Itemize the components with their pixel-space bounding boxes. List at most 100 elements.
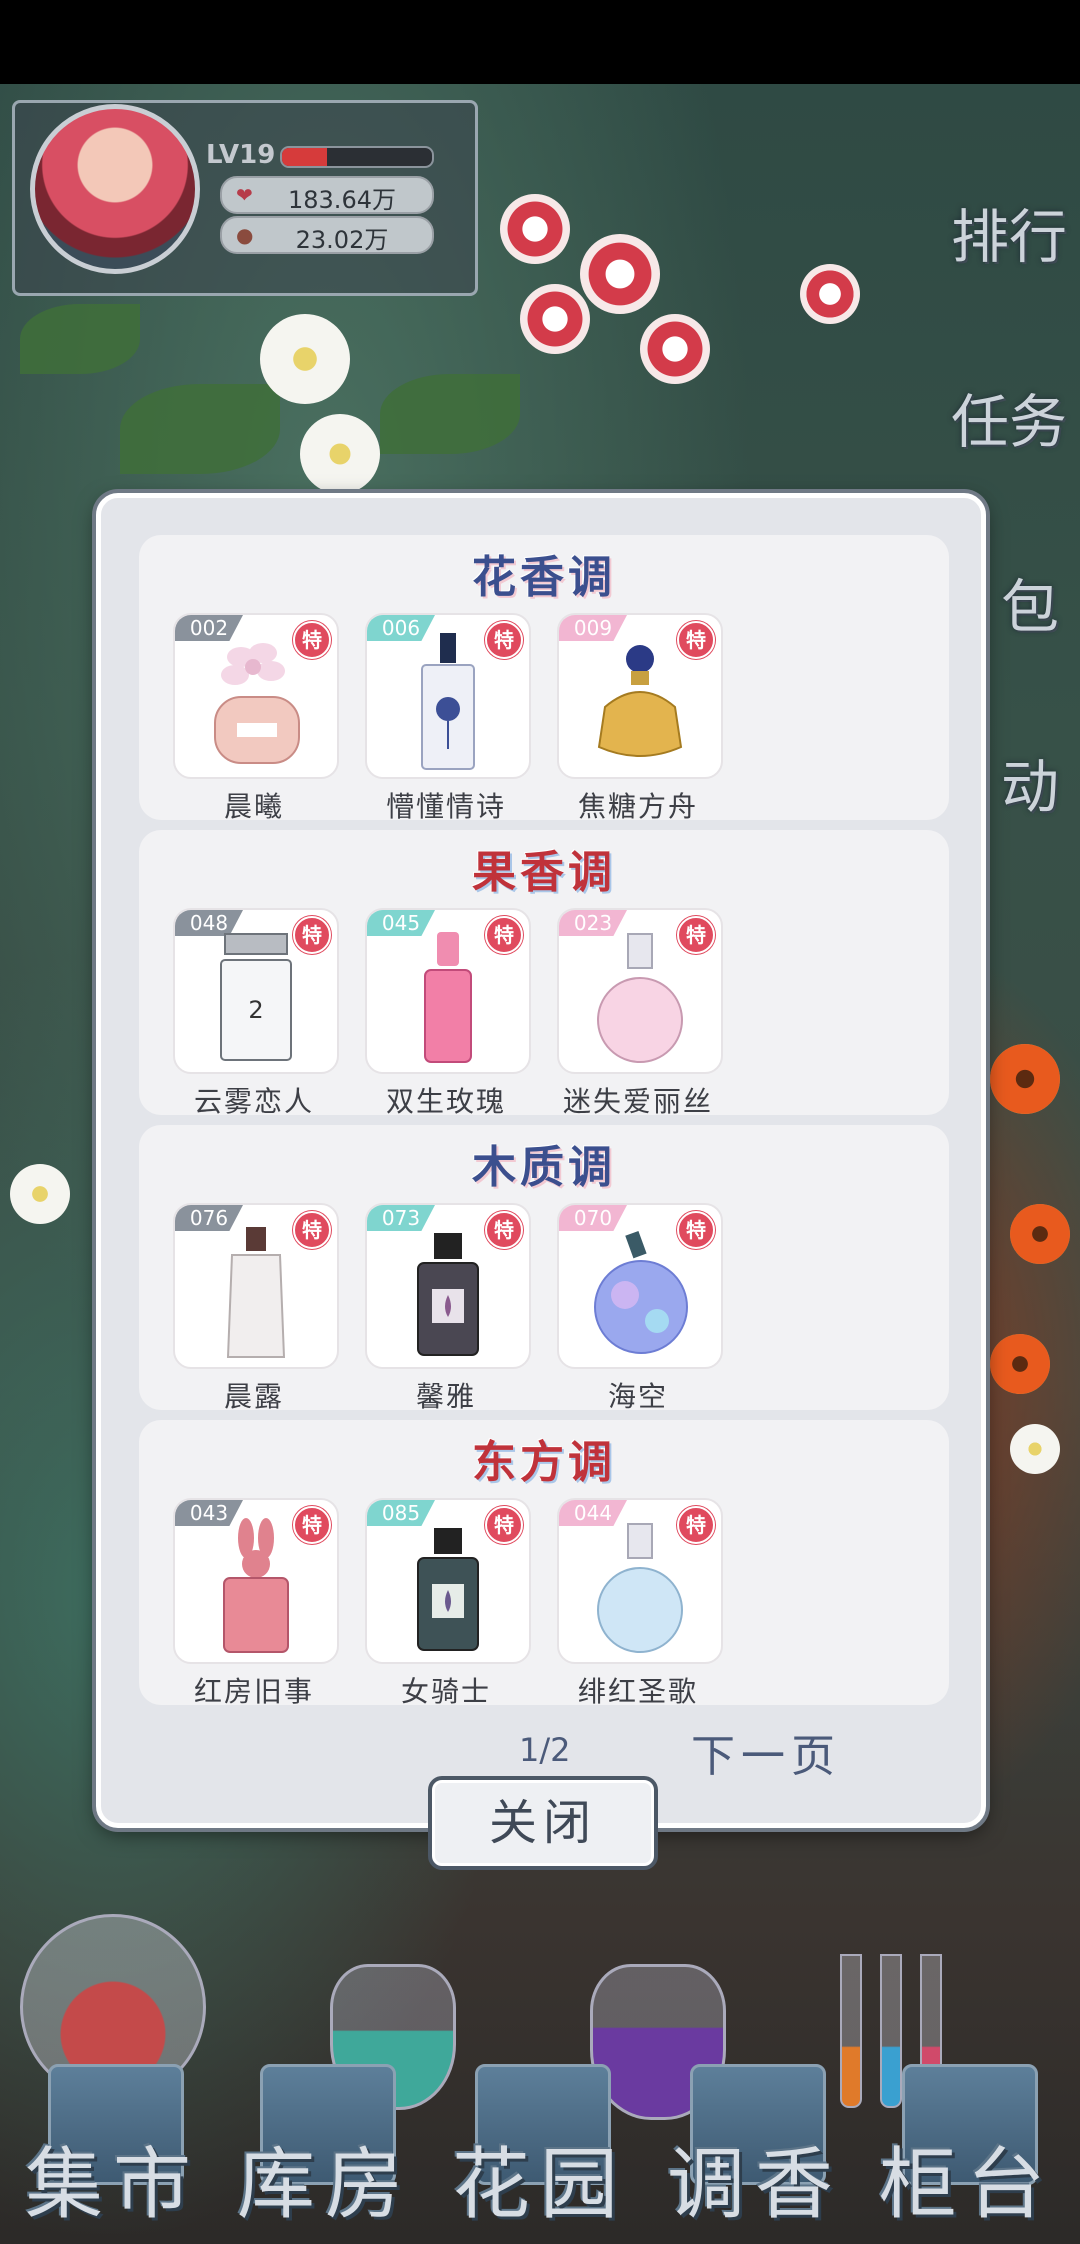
perfume-name: 女骑士 <box>400 1675 491 1708</box>
flower-decoration <box>990 1044 1060 1114</box>
perfume-card[interactable]: 023 特 <box>557 908 723 1074</box>
perfume-card[interactable]: 044 特 <box>557 1498 723 1664</box>
perfume-name: 云雾恋人 <box>193 1085 314 1118</box>
event-button[interactable]: 动 <box>990 740 1070 824</box>
perfume-item[interactable]: 044 特 绯红圣歌 <box>557 1498 723 1710</box>
section-title: 花香调 <box>472 552 616 603</box>
special-badge: 特 <box>485 1211 523 1249</box>
perfume-bottle-rose-icon <box>421 633 475 770</box>
nav-blend-label: 调香 <box>666 2140 843 2230</box>
perfume-card[interactable]: 076 特 <box>173 1203 339 1369</box>
perfume-item[interactable]: 023 特 迷失爱丽丝 <box>557 908 723 1120</box>
perfume-bottle-amber-icon <box>597 645 683 757</box>
perfume-bottle-daisy-icon <box>214 643 300 764</box>
perfume-item[interactable]: 076 特 晨露 <box>173 1203 339 1415</box>
perfume-item[interactable]: 070 特 海空 <box>557 1203 723 1415</box>
next-page-button[interactable]: 下一页 <box>691 1720 841 1784</box>
currency-gem: ● 23.02万 <box>220 216 434 254</box>
bag-button[interactable]: 包 <box>990 560 1070 644</box>
nav-market[interactable]: 集市 <box>18 2064 208 2234</box>
perfume-bottle-square-icon: 2 <box>220 933 292 1061</box>
perfume-card[interactable]: 045 特 <box>365 908 531 1074</box>
perfume-bottle-dark-icon <box>417 1233 479 1356</box>
special-badge: 特 <box>485 916 523 954</box>
nav-market-label: 集市 <box>24 2140 201 2230</box>
perfume-catalog-modal: 花香调 002 特 晨曦 006 特 懵懂情诗 009 特 焦糖方舟 果香调 0… <box>96 493 986 1828</box>
perfume-name: 绯红圣歌 <box>577 1675 698 1708</box>
section-fruity: 果香调 048 特 2 云雾恋人 045 特 双生玫瑰 023 特 迷失爱丽丝 <box>139 830 949 1118</box>
perfume-item[interactable]: 006 特 懵懂情诗 <box>365 613 531 825</box>
flower-decoration <box>260 314 350 404</box>
perfume-item[interactable]: 002 特 晨曦 <box>173 613 339 825</box>
item-number: 073 <box>367 1205 435 1231</box>
perfume-item[interactable]: 009 特 焦糖方舟 <box>557 613 723 825</box>
special-badge: 特 <box>293 1211 331 1249</box>
bottom-navigation: 集市 库房 花园 调香 柜台 <box>0 2054 1080 2244</box>
nav-blend[interactable]: 调香 <box>660 2064 850 2234</box>
drop-currency-icon: ● <box>236 223 254 247</box>
perfume-name: 双生玫瑰 <box>385 1085 506 1118</box>
section-title: 木质调 <box>472 1142 616 1193</box>
player-level: LV19 <box>206 140 276 170</box>
perfume-item[interactable]: 045 特 双生玫瑰 <box>365 908 531 1120</box>
heart-currency-icon: ❤ <box>236 183 253 207</box>
perfume-name: 晨曦 <box>223 790 284 823</box>
perfume-name: 晨露 <box>223 1380 284 1413</box>
perfume-name: 焦糖方舟 <box>577 790 698 823</box>
perfume-item[interactable]: 073 特 馨雅 <box>365 1203 531 1415</box>
perfume-card[interactable]: 085 特 <box>365 1498 531 1664</box>
nav-counter-label: 柜台 <box>878 2140 1055 2230</box>
close-button[interactable]: 关闭 <box>428 1776 658 1870</box>
currency-gem-value: 23.02万 <box>295 226 389 254</box>
perfume-bottle-white-icon <box>226 1227 286 1358</box>
player-avatar[interactable] <box>30 104 200 274</box>
perfume-bottle-galaxy-icon <box>594 1230 688 1354</box>
flower-decoration <box>990 1334 1050 1394</box>
perfume-card[interactable]: 073 特 <box>365 1203 531 1369</box>
perfume-item[interactable]: 043 特 红房旧事 <box>173 1498 339 1710</box>
flower-decoration <box>500 194 570 264</box>
perfume-card[interactable]: 070 特 <box>557 1203 723 1369</box>
leaf-decoration <box>380 374 520 454</box>
flower-decoration <box>10 1164 70 1224</box>
leaf-decoration <box>20 304 140 374</box>
flower-decoration <box>1010 1204 1070 1264</box>
experience-bar-fill <box>282 148 327 166</box>
tasks-button[interactable]: 任务 <box>944 375 1074 459</box>
section-woody: 木质调 076 特 晨露 073 特 馨雅 070 特 海空 <box>139 1125 949 1413</box>
perfume-name: 海空 <box>607 1380 668 1413</box>
perfume-name: 馨雅 <box>415 1380 476 1413</box>
section-oriental: 东方调 043 特 红房旧事 085 特 女骑士 044 特 绯红圣歌 <box>139 1420 949 1708</box>
item-number: 070 <box>559 1205 627 1231</box>
section-title: 果香调 <box>472 847 616 898</box>
nav-storage-label: 库房 <box>236 2140 413 2230</box>
perfume-card[interactable]: 043 特 <box>173 1498 339 1664</box>
perfume-bottle-round-blue-icon <box>597 1523 683 1653</box>
perfume-card[interactable]: 002 特 <box>173 613 339 779</box>
nav-garden-label: 花园 <box>451 2140 628 2230</box>
perfume-card[interactable]: 048 特 2 <box>173 908 339 1074</box>
perfume-name: 懵懂情诗 <box>385 790 506 823</box>
item-number: 085 <box>367 1500 435 1526</box>
bottle-label: 2 <box>248 996 263 1024</box>
perfume-item[interactable]: 085 特 女骑士 <box>365 1498 531 1710</box>
status-bar <box>0 0 1080 84</box>
perfume-card[interactable]: 006 特 <box>365 613 531 779</box>
perfume-name: 红房旧事 <box>193 1675 314 1708</box>
perfume-card[interactable]: 009 特 <box>557 613 723 779</box>
perfume-bottle-pink-icon <box>424 932 472 1063</box>
section-title: 东方调 <box>472 1437 616 1488</box>
currency-gold: ❤ 183.64万 <box>220 176 434 214</box>
perfume-name: 迷失爱丽丝 <box>562 1085 713 1118</box>
nav-counter[interactable]: 柜台 <box>872 2064 1062 2234</box>
nav-garden[interactable]: 花园 <box>445 2064 635 2234</box>
special-badge: 特 <box>485 621 523 659</box>
flower-decoration <box>640 314 710 384</box>
nav-storage[interactable]: 库房 <box>230 2064 420 2234</box>
perfume-bottle-knight-icon <box>417 1528 479 1651</box>
perfume-item[interactable]: 048 特 2 云雾恋人 <box>173 908 339 1120</box>
experience-bar <box>280 146 434 168</box>
flower-decoration <box>300 414 380 494</box>
ranking-button[interactable]: 排行 <box>944 190 1074 274</box>
section-floral: 花香调 002 特 晨曦 006 特 懵懂情诗 009 特 焦糖方舟 <box>139 535 949 823</box>
